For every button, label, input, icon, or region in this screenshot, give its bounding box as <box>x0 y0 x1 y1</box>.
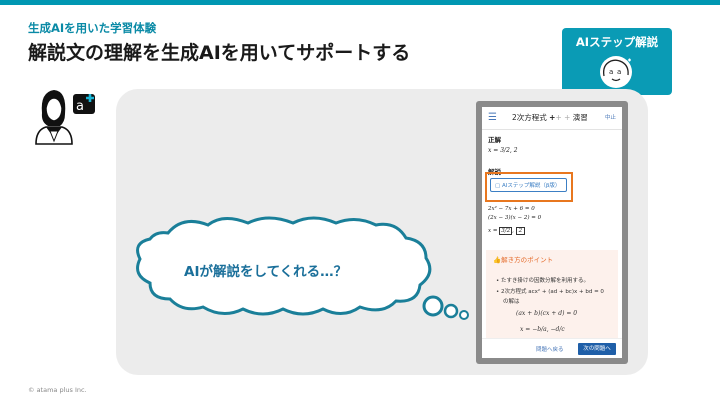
equation-line-3: x = 3/2, 2 <box>488 227 526 235</box>
quit-link[interactable]: 中止 <box>605 113 616 121</box>
solution-title: 👍解き方のポイント <box>493 256 554 264</box>
highlight-frame <box>485 172 573 202</box>
ai-mascot-icon: a a <box>600 56 632 88</box>
slide-title: 解説文の理解を生成AIを用いてサポートする <box>28 42 411 64</box>
top-accent-bar <box>0 0 720 5</box>
svg-text:a: a <box>76 99 84 114</box>
cloud-question: AIが解説をしてくれる…？ <box>184 264 348 280</box>
solution-points-box: 👍解き方のポイント • たすき掛けの因数分解を利用する。 • 2次方程式 acx… <box>486 250 618 342</box>
svg-text:a: a <box>617 68 621 76</box>
correct-answer: x = 3/2, 2 <box>488 147 518 154</box>
back-to-problem-button[interactable]: 問題へ戻る <box>536 345 564 353</box>
copyright: © atama plus Inc. <box>28 386 87 394</box>
screen-footer: 問題へ戻る 次の問題へ <box>482 338 622 358</box>
correct-label: 正解 <box>488 136 501 144</box>
screen-header: ☰ 2次方程式 ++ + 演習 中止 <box>482 107 622 130</box>
solution-bullet-1: • たすき掛けの因数分解を利用する。 <box>496 278 590 284</box>
solution-math-2: x = −b/a, −d/c <box>520 326 565 333</box>
menu-icon[interactable]: ☰ <box>488 112 497 123</box>
ai-step-badge: AIステップ解説 a a <box>562 28 672 95</box>
solution-math-1: (ax + b)(cx + d) = 0 <box>516 310 578 317</box>
section-eyebrow: 生成AIを用いた学習体験 <box>28 21 157 35</box>
equation-line-2: (2x − 3)(x − 2) = 0 <box>488 215 542 221</box>
solution-bullet-2b: の解は <box>503 299 520 305</box>
phone-mockup: ☰ 2次方程式 ++ + 演習 中止 正解 x = 3/2, 2 解説 ▢ AI… <box>476 101 628 364</box>
equation-line-1: 2x² − 7x + 6 = 0 <box>488 206 535 212</box>
svg-text:a: a <box>609 68 613 76</box>
phone-screen: ☰ 2次方程式 ++ + 演習 中止 正解 x = 3/2, 2 解説 ▢ AI… <box>482 107 622 358</box>
solution-bullet-2: • 2次方程式 acx² + (ad + bc)x + bd = 0 <box>496 289 604 295</box>
screen-title: 2次方程式 ++ + 演習 <box>512 113 588 122</box>
badge-label: AIステップ解説 <box>575 35 659 49</box>
next-problem-button[interactable]: 次の問題へ <box>578 343 616 355</box>
student-icon: a <box>35 90 95 145</box>
